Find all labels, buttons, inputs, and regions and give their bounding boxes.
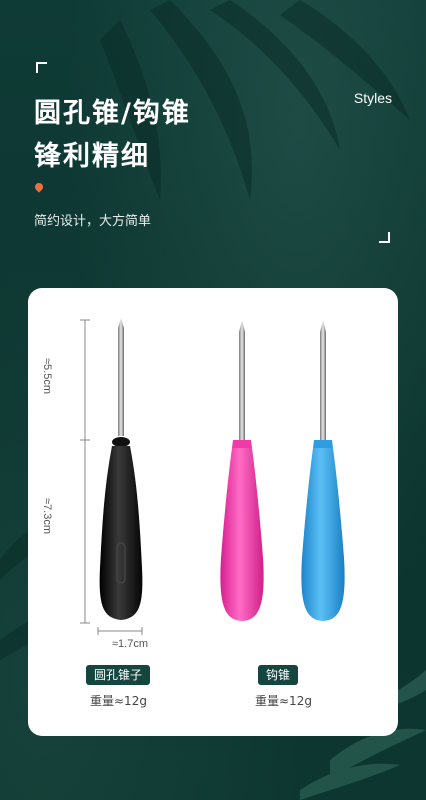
handle-width-label: ≈1.7cm	[112, 638, 148, 650]
needle-length-label: ≈5.5cm	[41, 358, 53, 394]
product-tag-round-awl: 圆孔锥子	[86, 665, 151, 685]
pink-hook-awl	[220, 320, 264, 621]
product-card: ≈5.5cm ≈7.3cm ≈1.7cm 圆孔锥子 钩锥 重量≈12g 重量≈1…	[28, 288, 398, 736]
styles-label: Styles	[353, 90, 392, 106]
product-illustration	[80, 318, 345, 635]
subtitle: 简约设计，大方简单	[34, 214, 152, 229]
page-title-line2: 锋利精细	[34, 141, 150, 172]
handle-length-label: ≈7.3cm	[41, 498, 53, 534]
product-tag-hook-awl: 钩锥	[258, 665, 299, 685]
corner-bracket-bottom-right	[379, 232, 390, 243]
weight-hook-awl: 重量≈12g	[255, 694, 312, 708]
corner-bracket-top-left	[36, 62, 47, 73]
blue-hook-awl	[301, 320, 345, 621]
weight-round-awl: 重量≈12g	[90, 694, 147, 708]
black-awl	[99, 318, 143, 620]
page-title-line1: 圆孔锥/钩锥	[34, 98, 191, 129]
